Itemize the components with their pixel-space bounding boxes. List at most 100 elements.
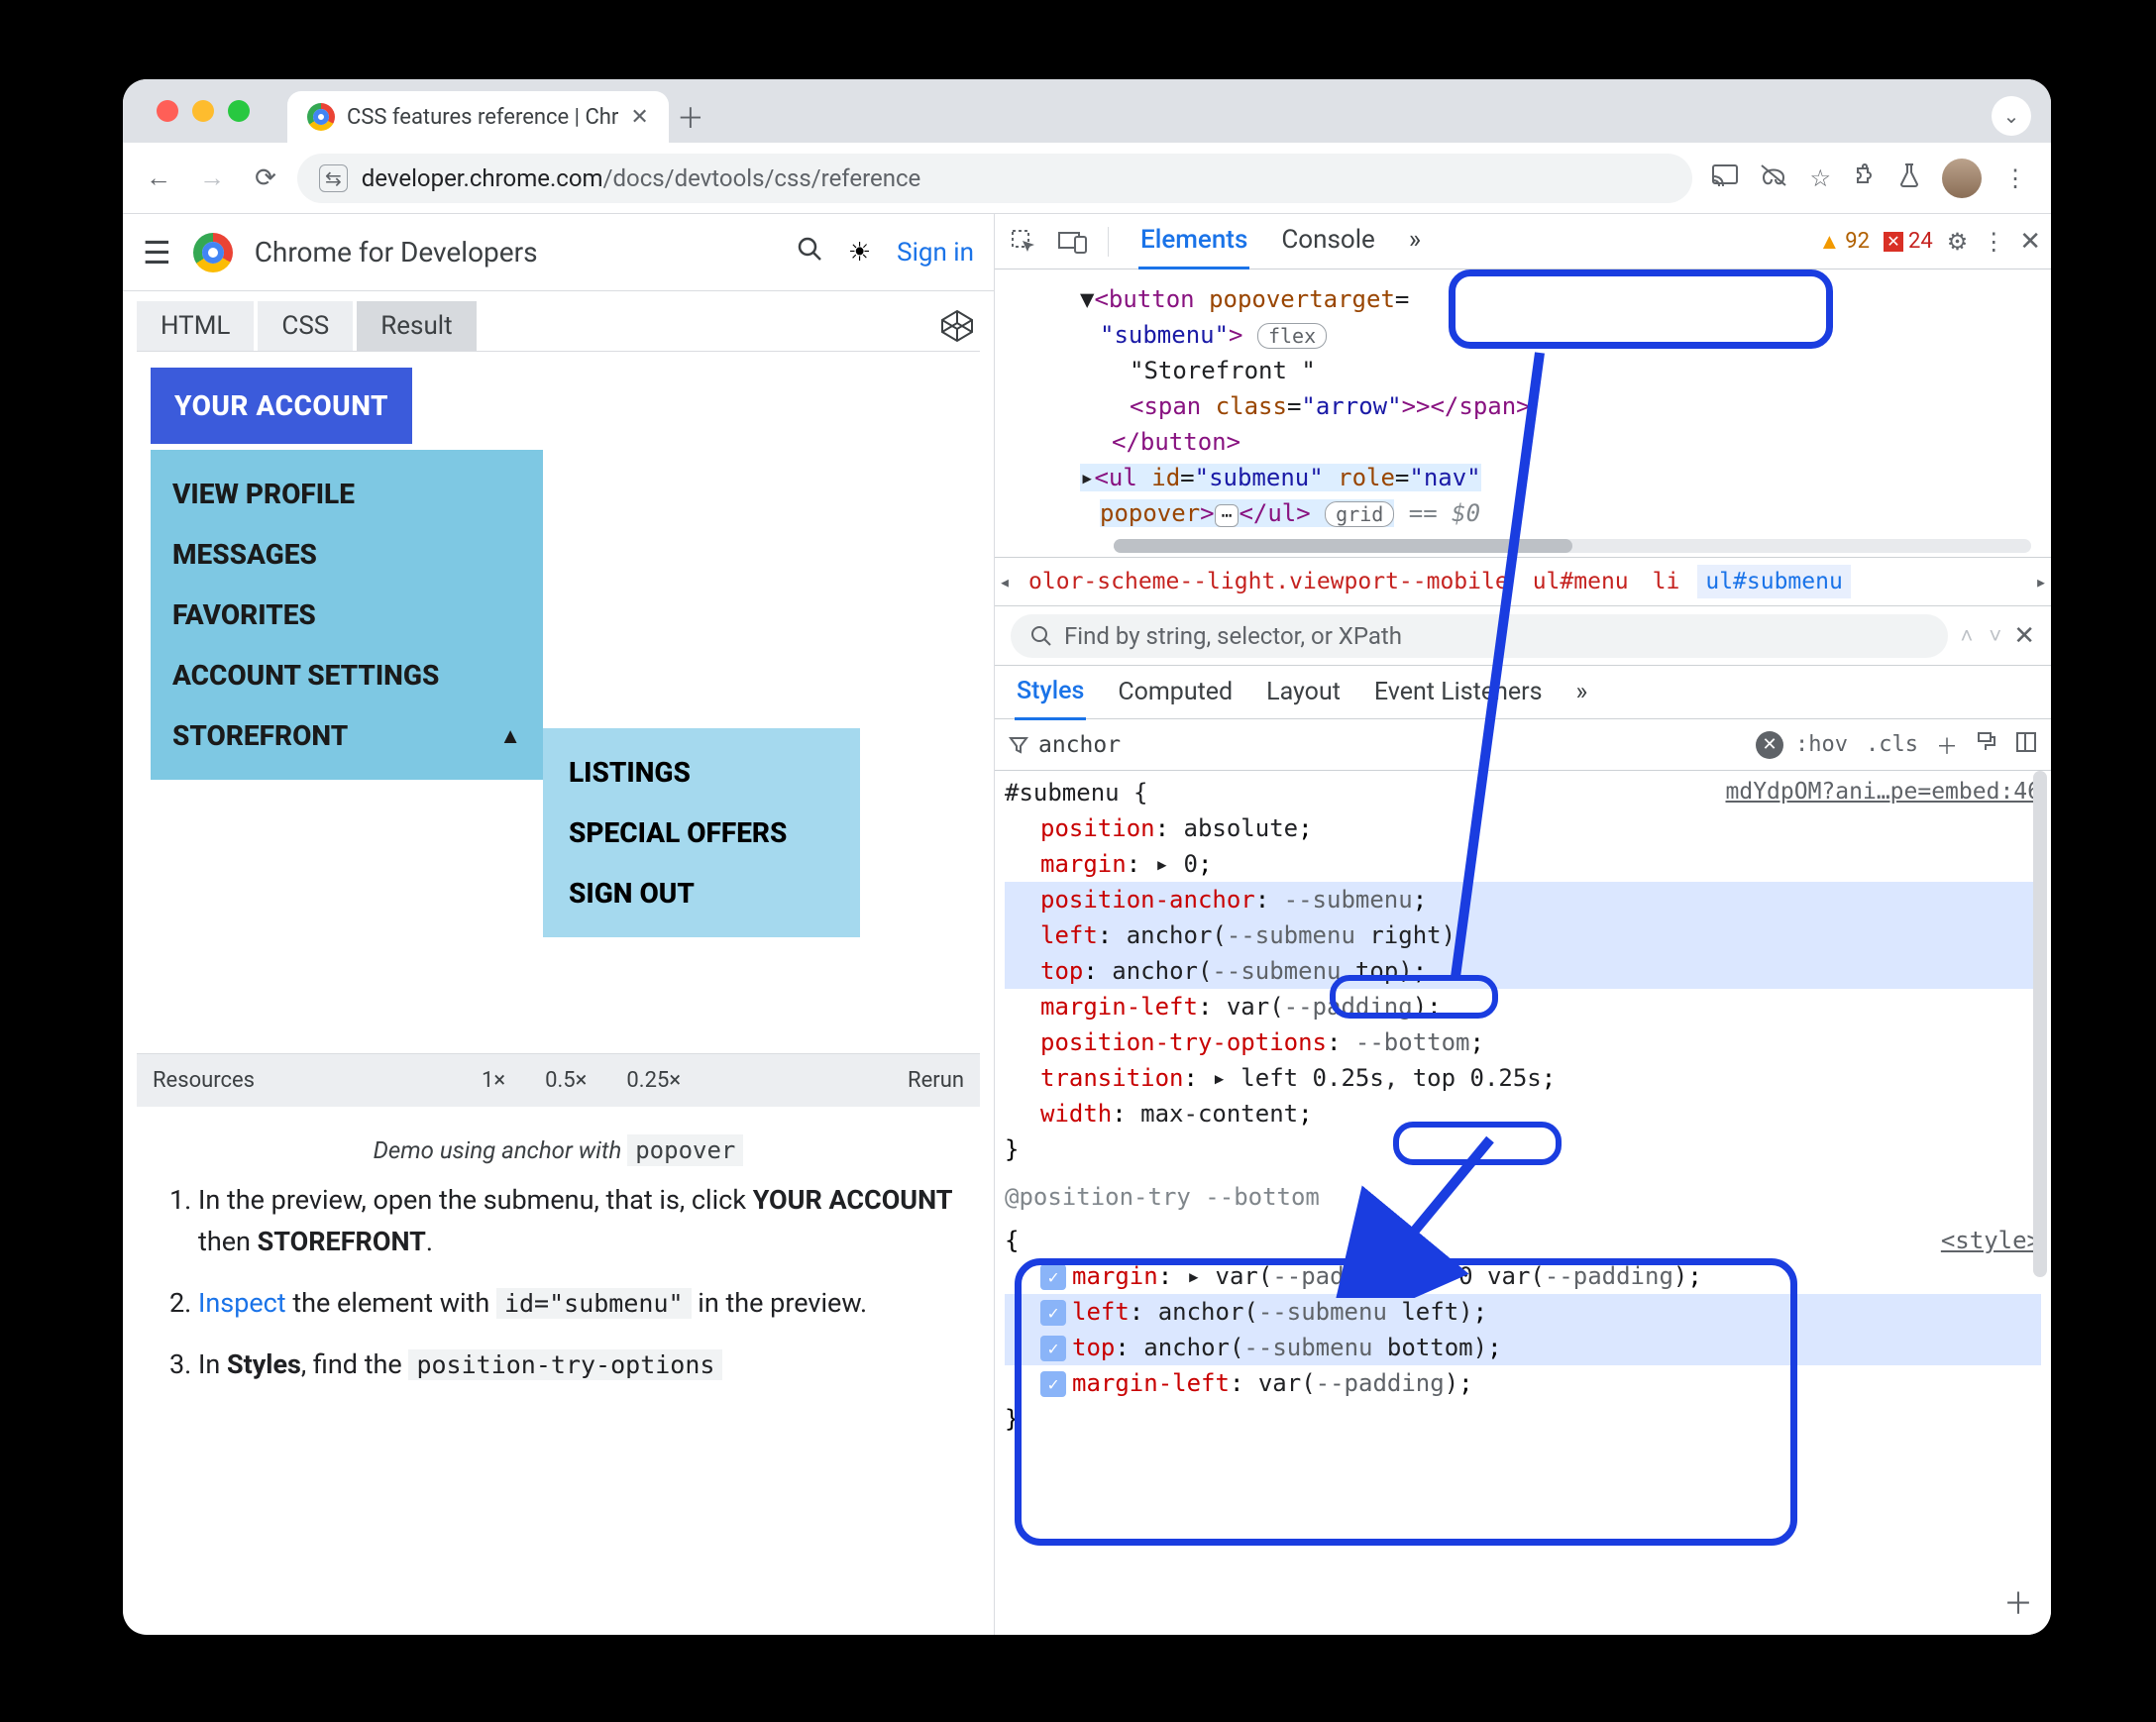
tab-layout[interactable]: Layout [1264,666,1343,718]
rule-source-link[interactable]: mdYdpOM?ani…pe=embed:46 [1726,775,2042,810]
checkbox-icon[interactable]: ✓ [1040,1336,1066,1361]
rule-selector[interactable]: #submenu { [1005,775,1148,810]
breadcrumb-right-icon[interactable]: ▸ [2035,570,2047,593]
submenu2-item[interactable]: SPECIAL OFFERS [565,803,838,863]
forward-button[interactable]: → [190,157,234,200]
site-header: ☰ Chrome for Developers ☀ Sign in [123,214,994,291]
incognito-off-icon[interactable] [1760,163,1787,193]
errors-badge[interactable]: ✕24 [1884,229,1933,254]
site-settings-icon[interactable]: ⇆ [319,164,348,192]
reload-button[interactable]: ⟳ [244,157,287,200]
your-account-button[interactable]: YOUR ACCOUNT [151,368,412,444]
devtools-menu-icon[interactable]: ⋮ [1982,228,2005,256]
zoom-0_25x[interactable]: 0.25× [614,1064,693,1097]
demo-tab-css[interactable]: CSS [258,301,353,351]
hov-toggle[interactable]: :hov [1795,732,1848,757]
labs-icon[interactable] [1898,162,1920,194]
at-rule-head[interactable]: @position-try --bottom [1005,1179,2041,1215]
dom-breadcrumbs[interactable]: ◂ olor-scheme--light.viewport--mobile ul… [995,557,2051,606]
ellipsis-icon[interactable]: ⋯ [1215,504,1240,527]
demo-tab-html[interactable]: HTML [137,301,254,351]
zoom-1x[interactable]: 1× [470,1064,517,1097]
codepen-icon[interactable] [934,303,980,349]
settings-icon[interactable]: ⚙ [1947,228,1969,256]
submenu-item[interactable]: ACCOUNT SETTINGS [151,645,543,705]
grid-badge[interactable]: grid [1325,501,1394,527]
find-input[interactable]: Find by string, selector, or XPath [1011,614,1948,658]
chrome-favicon-icon [307,103,335,131]
computed-panel-icon[interactable] [2015,731,2037,759]
submenu-item[interactable]: MESSAGES [151,524,543,585]
device-toggle-icon[interactable] [1054,223,1092,261]
close-find-icon[interactable]: ✕ [2013,621,2035,651]
zoom-0_5x[interactable]: 0.5× [533,1064,598,1097]
vertical-scrollbar[interactable] [2033,771,2047,1615]
menu-icon[interactable]: ☰ [143,234,171,271]
profile-avatar[interactable] [1942,159,1982,198]
add-declaration-icon[interactable]: ＋ [2003,1582,2033,1627]
paint-icon[interactable] [1976,731,1997,759]
new-tab-button[interactable]: ＋ [669,91,712,143]
close-devtools-icon[interactable]: ✕ [2019,227,2041,257]
theme-toggle-icon[interactable]: ☀ [848,238,871,268]
bookmark-icon[interactable]: ☆ [1809,164,1831,192]
horizontal-scrollbar[interactable] [1114,539,2031,553]
browser-menu-icon[interactable]: ⋮ [2003,164,2027,192]
inspect-link[interactable]: Inspect [198,1287,286,1319]
breadcrumb-item[interactable]: ul#menu [1527,569,1635,594]
submenu2-item[interactable]: SIGN OUT [565,863,838,923]
warnings-badge[interactable]: ▲92 [1818,229,1870,255]
resources-link[interactable]: Resources [153,1068,255,1093]
submenu2-item[interactable]: LISTINGS [565,742,838,803]
new-style-rule-icon[interactable]: ＋ [1936,729,1958,761]
inspect-element-icon[interactable] [1005,223,1042,261]
cls-toggle[interactable]: .cls [1866,732,1918,757]
cast-icon[interactable] [1712,164,1738,192]
style-source-link[interactable]: <style> [1941,1223,2041,1258]
dom-tree[interactable]: ▼<button popovertarget= "submenu"> flex … [995,269,2051,557]
tab-styles-more[interactable]: » [1574,666,1590,718]
breadcrumb-item-active[interactable]: ul#submenu [1697,565,1850,598]
find-next-icon[interactable]: ˅ [1989,623,2001,649]
breadcrumb-left-icon[interactable]: ◂ [999,570,1011,593]
submenu-main: VIEW PROFILE MESSAGES FAVORITES ACCOUNT … [151,450,543,780]
demo-preview[interactable]: YOUR ACCOUNT VIEW PROFILE MESSAGES FAVOR… [137,351,980,1054]
submenu-item-storefront[interactable]: STOREFRONT▲ [151,705,543,766]
submenu-item[interactable]: VIEW PROFILE [151,464,543,524]
close-tab-icon[interactable]: ✕ [630,105,648,130]
url-path: /docs/devtools/css/reference [603,164,921,192]
back-button[interactable]: ← [137,157,180,200]
extensions-icon[interactable] [1853,163,1877,193]
clear-filter-icon[interactable]: ✕ [1756,731,1783,759]
breadcrumb-item[interactable]: li [1647,569,1686,594]
filter-input[interactable]: anchor [1009,732,1744,758]
flex-badge[interactable]: flex [1257,323,1327,349]
rerun-button[interactable]: Rerun [908,1068,964,1093]
minimize-window-icon[interactable] [192,100,214,122]
chrome-logo-icon [193,233,233,272]
breadcrumb-item[interactable]: olor-scheme--light.viewport--mobile [1023,569,1515,594]
maximize-window-icon[interactable] [228,100,250,122]
demo-tabs: HTML CSS Result [137,301,980,351]
browser-tab[interactable]: CSS features reference | Chr ✕ [287,91,669,143]
window-controls [143,79,264,143]
checkbox-icon[interactable]: ✓ [1040,1300,1066,1326]
tab-more[interactable]: » [1407,214,1423,269]
tabs-dropdown-icon[interactable]: ⌄ [1992,96,2031,136]
styles-body[interactable]: #submenu { mdYdpOM?ani…pe=embed:46 posit… [995,771,2051,1635]
address-bar[interactable]: ⇆ developer.chrome.com/docs/devtools/css… [297,154,1692,203]
tab-styles[interactable]: Styles [1015,665,1086,720]
sign-in-link[interactable]: Sign in [897,238,974,268]
checkbox-icon[interactable]: ✓ [1040,1264,1066,1290]
submenu-item[interactable]: FAVORITES [151,585,543,645]
find-bar: Find by string, selector, or XPath ˄ ˅ ✕ [995,606,2051,666]
tab-computed[interactable]: Computed [1116,666,1235,718]
tab-elements[interactable]: Elements [1138,214,1249,269]
demo-tab-result[interactable]: Result [357,301,476,351]
tab-event-listeners[interactable]: Event Listeners [1372,666,1545,718]
checkbox-icon[interactable]: ✓ [1040,1371,1066,1397]
search-icon[interactable] [797,236,822,269]
close-window-icon[interactable] [157,100,178,122]
find-prev-icon[interactable]: ˄ [1960,623,1973,649]
tab-console[interactable]: Console [1279,214,1376,269]
